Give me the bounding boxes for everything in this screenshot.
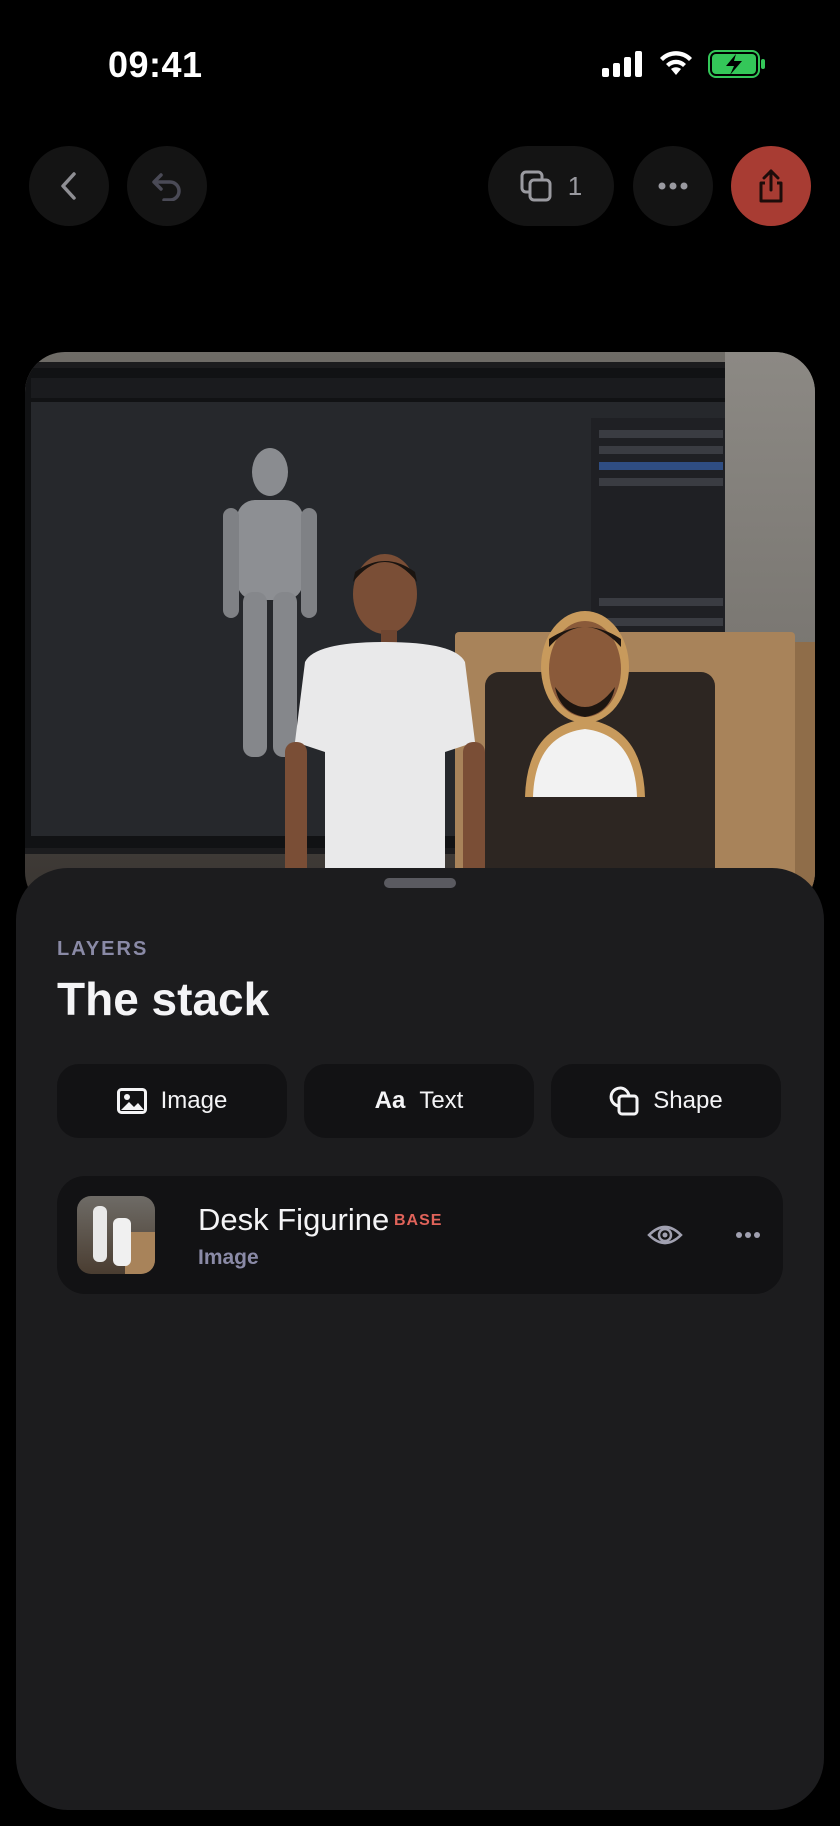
- sticker-avatar: [525, 611, 645, 797]
- status-bar: 09:41: [0, 0, 840, 130]
- add-text-label: Text: [419, 1087, 464, 1114]
- canvas-preview[interactable]: [25, 352, 815, 912]
- layer-thumbnail: [77, 1196, 155, 1274]
- layer-count: 1: [567, 170, 583, 201]
- wifi-icon: [660, 51, 692, 75]
- layer-name: Desk Figurine: [198, 1202, 390, 1237]
- battery-charging-icon: [708, 50, 765, 78]
- layer-row[interactable]: Desk Figurine BASE Image: [57, 1176, 783, 1294]
- add-image-button[interactable]: Image: [57, 1064, 287, 1138]
- layer-type: Image: [198, 1246, 259, 1269]
- add-shape-button[interactable]: Shape: [551, 1064, 781, 1138]
- sheet-title: The stack: [57, 973, 270, 1025]
- layers-button[interactable]: 1: [488, 146, 614, 226]
- share-icon: [759, 169, 783, 203]
- layers-sheet: LAYERS The stack Image Aa Text Shape Des…: [16, 868, 824, 1810]
- share-button[interactable]: [731, 146, 811, 226]
- editor-screen: 09:41 1 LAYERS The stack Image Aa Text S…: [0, 0, 840, 1826]
- ellipsis-icon: [736, 1232, 760, 1238]
- status-time: 09:41: [108, 44, 203, 85]
- sheet-grabber[interactable]: [384, 878, 456, 888]
- undo-button[interactable]: [127, 146, 207, 226]
- eye-icon: [647, 1225, 683, 1245]
- layer-more-button[interactable]: [725, 1212, 771, 1258]
- chevron-left-icon: [61, 172, 76, 200]
- shape-icon: [609, 1086, 639, 1116]
- add-text-button[interactable]: Aa Text: [304, 1064, 534, 1138]
- visibility-toggle[interactable]: [642, 1212, 688, 1258]
- undo-icon: [152, 173, 181, 201]
- section-label: LAYERS: [57, 938, 149, 960]
- image-icon: [116, 1088, 147, 1114]
- layers-stack-icon: [520, 170, 552, 202]
- back-button[interactable]: [29, 146, 109, 226]
- figurine-person: [285, 554, 485, 912]
- status-icons: [602, 50, 766, 78]
- more-options-button[interactable]: [633, 146, 713, 226]
- text-aa-icon: Aa: [374, 1087, 406, 1114]
- add-shape-label: Shape: [653, 1087, 723, 1114]
- ellipsis-icon: [658, 182, 688, 190]
- cellular-signal-icon: [602, 51, 642, 77]
- base-badge: BASE: [394, 1212, 443, 1229]
- add-image-label: Image: [160, 1087, 228, 1114]
